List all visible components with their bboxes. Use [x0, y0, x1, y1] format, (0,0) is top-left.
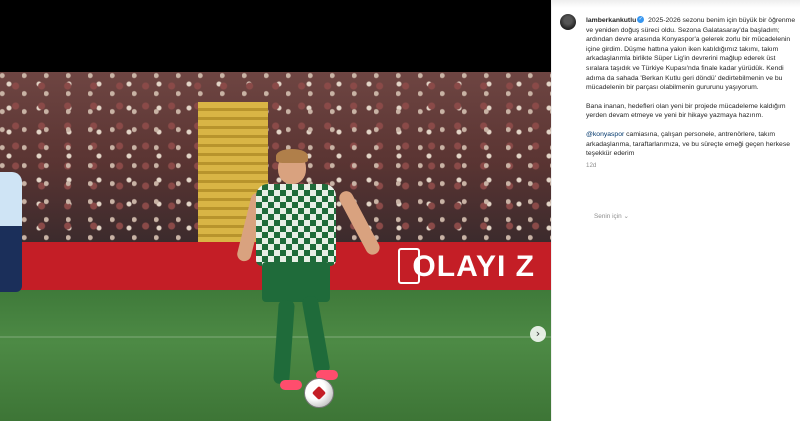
player-leg: [273, 299, 295, 385]
caption-panel: lamberkankutlu ✓ 2025-2026 sezonu benim i…: [551, 0, 800, 421]
post-timestamp: 12d: [586, 161, 597, 169]
player-jersey: [256, 184, 336, 266]
player-hair: [276, 149, 308, 163]
player-boot: [280, 380, 302, 390]
post-media: OLAYI Z ›: [0, 0, 551, 421]
caption-text: lamberkankutlu ✓ 2025-2026 sezonu benim i…: [586, 16, 796, 179]
caption-paragraph-2: Bana inanan, hedefleri olan yeni bir pro…: [586, 102, 786, 120]
player-shorts: [262, 262, 330, 302]
panel-top-edge: [552, 0, 800, 8]
post-photo[interactable]: OLAYI Z ›: [0, 72, 551, 421]
caption-paragraph-3-wrap: @konyaspor camiasına, çalışan personele,…: [586, 130, 796, 170]
verified-badge-icon: ✓: [637, 16, 645, 24]
chevron-right-icon[interactable]: ›: [530, 326, 546, 342]
username-link[interactable]: lamberkankutlu: [586, 17, 636, 24]
board-text: OLAYI Z: [412, 250, 535, 283]
translation-toggle[interactable]: Senin için ⌄: [594, 212, 629, 220]
opponent-player: [0, 172, 22, 292]
player-leg: [301, 295, 331, 375]
mention-link[interactable]: @konyaspor: [586, 131, 624, 138]
player-arm: [336, 188, 383, 258]
football-player: [235, 149, 383, 421]
caption-paragraph: lamberkankutlu ✓ 2025-2026 sezonu benim i…: [586, 16, 796, 93]
caption-paragraph-1: 2025-2026 sezonu benim için büyük bir öğ…: [586, 17, 796, 92]
avatar[interactable]: [560, 14, 576, 30]
football: [304, 378, 334, 408]
